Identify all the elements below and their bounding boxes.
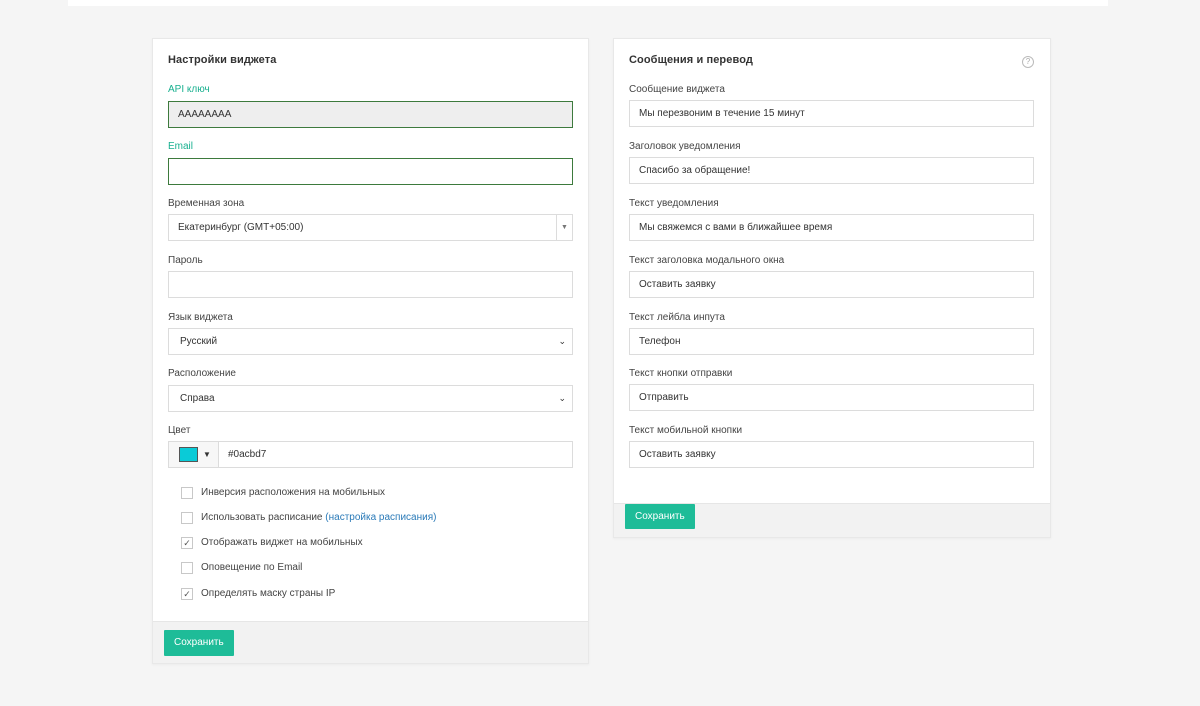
mobile-button-text-input[interactable]: Оставить заявку [629,441,1034,468]
notify-text-input[interactable]: Мы свяжемся с вами в ближайшее время [629,214,1034,241]
chevron-down-icon: ⌄ [558,336,566,346]
color-picker-button[interactable]: ▼ [168,441,219,468]
checkbox-label: Использовать расписание [201,512,323,523]
position-select[interactable]: Справа ⌄ [168,385,573,412]
field-label: Заголовок уведомления [629,141,741,152]
modal-title-input[interactable]: Оставить заявку [629,271,1034,298]
checkbox-icon[interactable]: ✓ [181,588,193,600]
checkbox-icon[interactable] [181,562,193,574]
checkbox-label: Инверсия расположения на мобильных [201,487,386,498]
field-label: Сообщение виджета [629,84,725,95]
language-value: Русский [180,336,218,347]
checkbox-icon[interactable]: ✓ [181,537,193,549]
notify-title-input[interactable]: Спасибо за обращение! [629,157,1034,184]
widget-settings-panel: Настройки виджета API ключ AAAAAAAA Emai… [152,38,589,664]
color-picker: ▼ #0acbd7 [168,441,573,468]
language-label: Язык виджета [168,312,233,323]
caret-down-icon: ▼ [203,450,211,459]
position-label: Расположение [168,368,236,379]
password-label: Пароль [168,255,203,266]
panel-title: Настройки виджета [168,54,277,66]
checkbox-label: Отображать виджет на мобильных [201,537,363,548]
chevron-down-icon[interactable]: ▼ [556,215,572,240]
timezone-value: Екатеринбург (GMT+05:00) [178,222,304,233]
color-hex-input[interactable]: #0acbd7 [219,441,573,468]
field-label: Текст мобильной кнопки [629,425,743,436]
checkbox-icon[interactable] [181,487,193,499]
color-label: Цвет [168,425,191,436]
email-label: Email [168,141,194,152]
field-label: Текст уведомления [629,198,719,209]
color-swatch [179,447,198,462]
submit-button-text-input[interactable]: Отправить [629,384,1034,411]
save-button[interactable]: Сохранить [625,504,695,529]
panel-title: Сообщения и перевод [629,54,753,66]
checkbox-label: Оповещение по Email [201,562,303,573]
api-key-label: API ключ [168,84,210,95]
api-key-input[interactable]: AAAAAAAA [168,101,573,128]
widget-message-input[interactable]: Мы перезвоним в течение 15 минут [629,100,1034,127]
chevron-down-icon: ⌄ [558,393,566,403]
messages-panel: Сообщения и перевод ? Сообщение виджета … [613,38,1051,538]
schedule-settings-link[interactable]: (настройка расписания) [325,512,436,523]
panel-footer: Сохранить [153,621,588,663]
timezone-select[interactable]: Екатеринбург (GMT+05:00) ▼ [168,214,573,241]
input-label-input[interactable]: Телефон [629,328,1034,355]
panel-footer: Сохранить [614,503,1050,537]
field-label: Текст лейбла инпута [629,312,725,323]
timezone-label: Временная зона [168,198,245,209]
field-label: Текст заголовка модального окна [629,255,785,266]
language-select[interactable]: Русский ⌄ [168,328,573,355]
field-label: Текст кнопки отправки [629,368,733,379]
password-input[interactable] [168,271,573,298]
position-value: Справа [180,393,215,404]
help-icon[interactable]: ? [1022,56,1034,68]
top-bar [68,0,1108,6]
save-button[interactable]: Сохранить [164,630,234,656]
checkbox-icon[interactable] [181,512,193,524]
checkbox-label-wrap: Использовать расписание (настройка распи… [201,511,436,525]
email-input[interactable] [168,158,573,185]
checkbox-label: Определять маску страны IP [201,588,336,599]
